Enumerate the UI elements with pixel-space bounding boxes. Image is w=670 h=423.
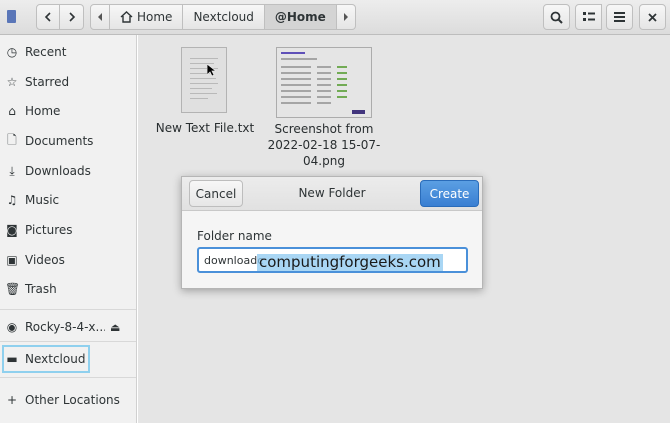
search-button[interactable]	[543, 4, 570, 30]
sidebar-item-documents[interactable]: 🗋 Documents	[0, 127, 136, 155]
create-button[interactable]: Create	[420, 180, 479, 207]
path-segment-label: Home	[137, 10, 173, 24]
folder-icon: ▬	[6, 352, 18, 366]
sidebar-item-label: Other Locations	[25, 393, 120, 407]
sidebar-item-other-locations[interactable]: + Other Locations	[0, 386, 136, 414]
path-scroll-left-button[interactable]	[90, 4, 110, 30]
path-bar: Home Nextcloud @Home	[90, 4, 356, 30]
path-scroll-right-button[interactable]	[336, 4, 356, 30]
download-icon: ⤓	[9, 163, 15, 178]
home-icon: ⌂	[8, 104, 16, 118]
triangle-right-icon	[343, 13, 348, 21]
search-icon	[550, 11, 563, 24]
path-segment-nextcloud[interactable]: Nextcloud	[183, 4, 265, 30]
app-icon	[7, 10, 16, 23]
sidebar-divider	[0, 341, 136, 342]
watermark-text: computingforgeeks.com	[257, 253, 443, 271]
music-icon: ♫	[6, 193, 18, 207]
sidebar-item-home[interactable]: ⌂ Home	[0, 97, 136, 125]
sidebar-item-label: Videos	[25, 253, 65, 267]
dialog-header: Cancel New Folder Create	[182, 177, 482, 211]
new-folder-dialog: Cancel New Folder Create Folder name dow…	[181, 176, 483, 289]
home-icon	[120, 11, 133, 23]
chevron-right-icon	[68, 12, 75, 22]
folder-name-value: downloadc	[204, 254, 264, 267]
sidebar-item-pictures[interactable]: ◙ Pictures	[0, 216, 136, 244]
view-toggle-button[interactable]	[575, 4, 602, 30]
sidebar-item-label: Downloads	[25, 164, 91, 178]
sidebar-divider	[0, 309, 136, 310]
close-window-button[interactable]	[639, 4, 666, 30]
sidebar-item-downloads[interactable]: ⤓ Downloads	[0, 157, 136, 185]
sidebar-item-device[interactable]: ◉ Rocky-8-4-x... ⏏	[0, 313, 136, 341]
list-view-icon	[582, 12, 595, 21]
plus-icon: +	[6, 393, 18, 407]
sidebar-item-videos[interactable]: ▣ Videos	[0, 246, 136, 274]
sidebar-item-label: Starred	[25, 75, 70, 89]
menu-button[interactable]	[606, 4, 633, 30]
document-icon: 🗋	[7, 132, 17, 147]
path-segment-label: Nextcloud	[193, 10, 254, 24]
dialog-title: New Folder	[298, 186, 366, 200]
clock-icon: ◷	[6, 45, 18, 59]
close-icon	[648, 12, 657, 22]
sidebar-item-recent[interactable]: ◷ Recent	[0, 38, 136, 66]
disc-icon: ◉	[6, 320, 18, 334]
header-bar: Home Nextcloud @Home	[0, 0, 670, 35]
camera-icon: ◙	[6, 223, 18, 237]
sidebar-item-label: Pictures	[25, 223, 73, 237]
trash-icon: 🗑	[5, 282, 21, 296]
sidebar-item-music[interactable]: ♫ Music	[0, 186, 136, 214]
sidebar-item-label: Music	[25, 193, 60, 207]
sidebar-item-label: Trash	[25, 282, 57, 296]
sidebar-item-trash[interactable]: 🗑 Trash	[0, 275, 136, 303]
sidebar-item-label: Nextcloud	[25, 352, 86, 366]
chevron-left-icon	[44, 12, 51, 22]
path-segment-label: @Home	[274, 10, 326, 24]
eject-icon[interactable]: ⏏	[110, 321, 120, 334]
navigation-buttons	[36, 4, 85, 30]
cancel-button[interactable]: Cancel	[189, 180, 243, 207]
sidebar-item-label: Recent	[25, 45, 67, 59]
hamburger-menu-icon	[614, 12, 625, 22]
star-icon: ☆	[6, 75, 18, 89]
folder-name-label: Folder name	[197, 229, 272, 243]
forward-button[interactable]	[60, 4, 84, 30]
sidebar-item-nextcloud[interactable]: ▬ Nextcloud	[0, 345, 136, 373]
video-icon: ▣	[6, 253, 18, 267]
path-segment-home[interactable]: Home	[110, 4, 184, 30]
path-segment-current[interactable]: @Home	[264, 4, 337, 30]
sidebar-item-label: Home	[25, 104, 61, 118]
sidebar-divider	[0, 377, 136, 378]
sidebar-item-label: Rocky-8-4-x...	[25, 320, 105, 334]
sidebar: ◷ Recent ☆ Starred ⌂ Home 🗋 Documents ⤓ …	[0, 35, 137, 423]
sidebar-item-starred[interactable]: ☆ Starred	[0, 68, 136, 96]
sidebar-item-label: Documents	[25, 134, 94, 148]
triangle-left-icon	[98, 13, 102, 21]
back-button[interactable]	[36, 4, 60, 30]
